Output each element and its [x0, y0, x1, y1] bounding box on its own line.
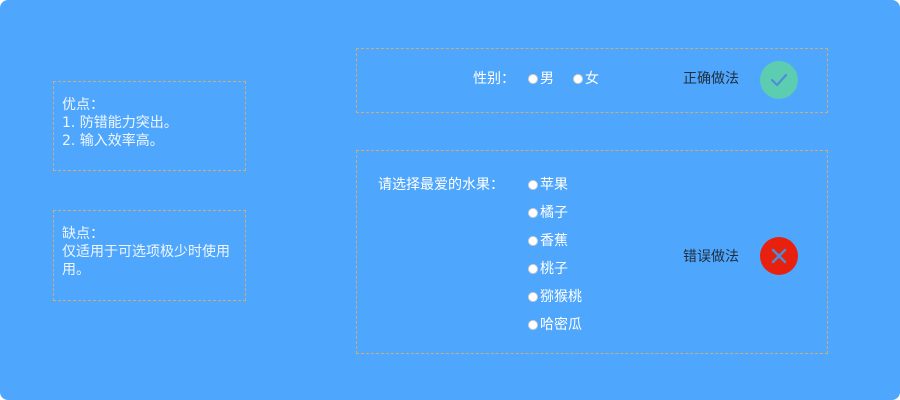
- correct-verdict: 正确做法: [683, 71, 739, 87]
- check-icon: [760, 61, 798, 99]
- radio-option-label: 香蕉: [540, 233, 568, 249]
- radio-option-label: 猕猴桃: [540, 289, 582, 305]
- cons-title: 缺点：: [62, 226, 104, 242]
- pros-title: 优点：: [62, 97, 104, 113]
- wrong-verdict: 错误做法: [683, 249, 739, 265]
- cons-line-2: 用。: [62, 262, 90, 278]
- radio-circle[interactable]: [573, 74, 583, 84]
- radio-circle[interactable]: [528, 74, 538, 84]
- close-icon: [760, 237, 798, 275]
- canvas: 优点： 1. 防错能力突出。 2. 输入效率高。 缺点： 仅适用于可选项极少时使…: [0, 0, 900, 400]
- radio-circle[interactable]: [528, 180, 538, 190]
- fruit-label: 请选择最爱的水果：: [378, 177, 504, 193]
- cons-line-1-char: 用: [216, 244, 230, 260]
- cons-line-1-text: 仅适用于可选项极少时使: [62, 244, 216, 260]
- radio-option-label: 苹果: [540, 177, 568, 193]
- gender-label: 性别：: [473, 71, 515, 87]
- wrong-example-box: 请选择最爱的水果： 苹果 橘子 香蕉 桃子 猕猴桃 哈密瓜 错误做法: [356, 150, 828, 354]
- radio-circle[interactable]: [528, 208, 538, 218]
- correct-example-box: 性别： 男 女 正确做法: [356, 48, 828, 113]
- radio-circle[interactable]: [528, 292, 538, 302]
- pros-line-2: 2. 输入效率高。: [62, 133, 164, 149]
- radio-option-label: 橘子: [540, 205, 568, 221]
- radio-option-label: 桃子: [540, 261, 568, 277]
- radio-option-cantaloupe[interactable]: 哈密瓜: [528, 315, 582, 335]
- pros-line-1: 1. 防错能力突出。: [62, 115, 178, 131]
- radio-option-label: 女: [585, 71, 599, 87]
- radio-option-banana[interactable]: 香蕉: [528, 231, 568, 251]
- radio-option-orange[interactable]: 橘子: [528, 203, 568, 223]
- radio-circle[interactable]: [528, 320, 538, 330]
- cons-note: 缺点： 仅适用于可选项极少时使用 用。: [53, 210, 246, 301]
- radio-option-peach[interactable]: 桃子: [528, 259, 568, 279]
- radio-option-kiwi[interactable]: 猕猴桃: [528, 287, 582, 307]
- cons-line-1: 仅适用于可选项极少时使用: [62, 243, 237, 261]
- radio-circle[interactable]: [528, 264, 538, 274]
- radio-option-female[interactable]: 女: [573, 69, 599, 89]
- radio-circle[interactable]: [528, 236, 538, 246]
- pros-note: 优点： 1. 防错能力突出。 2. 输入效率高。: [53, 81, 246, 171]
- radio-option-apple[interactable]: 苹果: [528, 175, 568, 195]
- radio-option-label: 哈密瓜: [540, 317, 582, 333]
- radio-option-male[interactable]: 男: [528, 69, 554, 89]
- radio-option-label: 男: [540, 71, 554, 87]
